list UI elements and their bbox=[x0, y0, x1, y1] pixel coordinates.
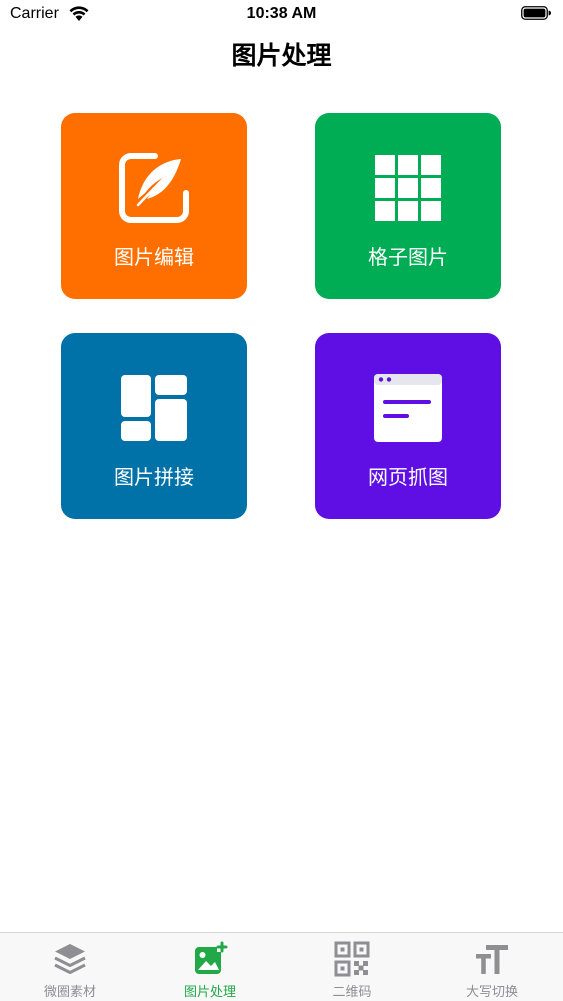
tab-bar: 微圈素材 图片处理 二维码 大写切换 bbox=[0, 932, 563, 1001]
qr-code-icon bbox=[334, 941, 370, 977]
text-size-icon bbox=[476, 945, 508, 974]
tab-label: 微圈素材 bbox=[43, 985, 96, 1000]
webpage-icon bbox=[374, 374, 442, 442]
tab-label: 大写切换 bbox=[465, 985, 518, 1000]
tab-qr-code[interactable]: 二维码 bbox=[282, 933, 422, 1001]
tile-label: 图片编辑 bbox=[114, 245, 194, 269]
tile-image-edit[interactable]: 图片编辑 bbox=[61, 113, 247, 299]
layers-icon bbox=[54, 944, 86, 974]
tab-label: 二维码 bbox=[332, 985, 372, 1000]
tab-image-processing[interactable]: 图片处理 bbox=[140, 933, 280, 1001]
image-add-icon bbox=[195, 941, 228, 974]
tile-grid-image[interactable]: 格子图片 bbox=[315, 113, 501, 299]
grid-icon bbox=[375, 155, 441, 221]
status-time: 10:38 AM bbox=[246, 5, 317, 22]
tab-label: 图片处理 bbox=[183, 985, 236, 1000]
tile-label: 图片拼接 bbox=[114, 465, 194, 489]
tile-label: 格子图片 bbox=[368, 245, 448, 269]
tab-wechat-material[interactable]: 微圈素材 bbox=[0, 933, 140, 1001]
tile-webpage-capture[interactable]: 网页抓图 bbox=[315, 333, 501, 519]
tile-label: 网页抓图 bbox=[368, 465, 448, 489]
tile-image-collage[interactable]: 图片拼接 bbox=[61, 333, 247, 519]
tab-case-switch[interactable]: 大写切换 bbox=[422, 933, 562, 1001]
edit-feather-icon bbox=[119, 153, 189, 223]
battery-icon bbox=[521, 6, 551, 20]
collage-layout-icon bbox=[121, 375, 187, 441]
page-title: 图片处理 bbox=[231, 41, 332, 70]
status-bar: Carrier 10:38 AM bbox=[0, 0, 563, 30]
